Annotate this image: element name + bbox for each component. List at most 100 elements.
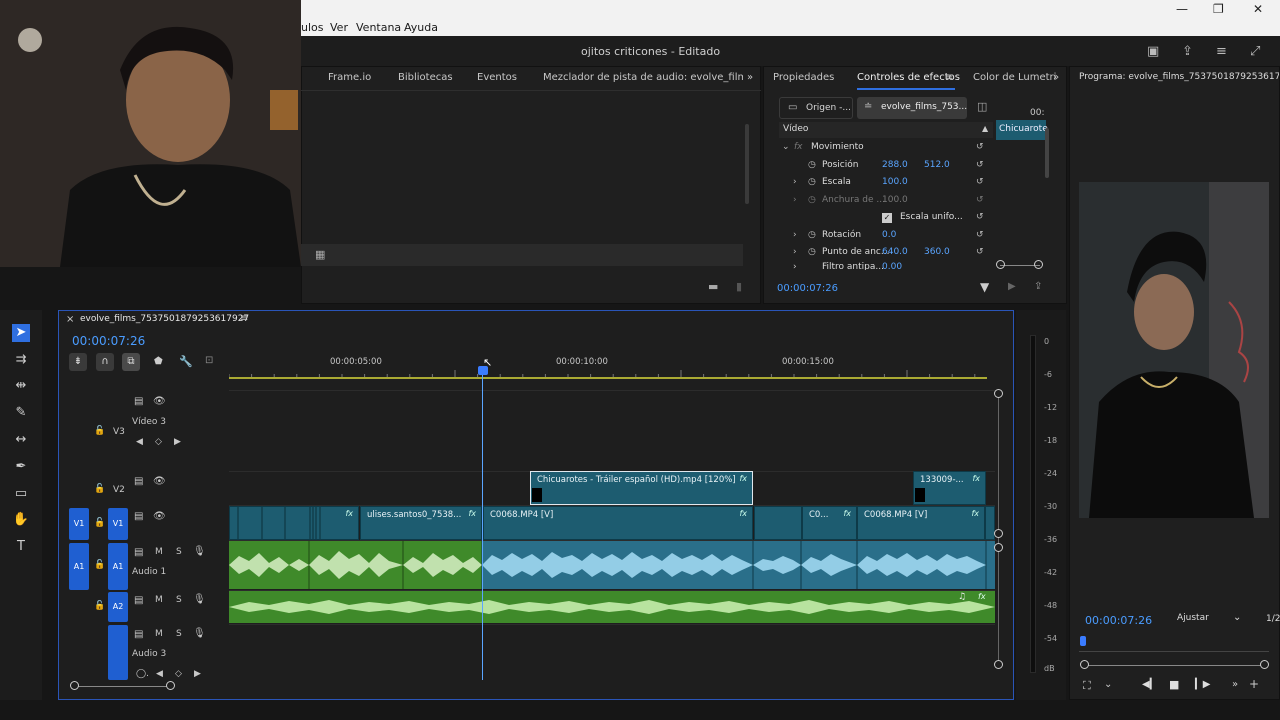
reset-icon[interactable]: ↺ bbox=[976, 142, 984, 152]
tab-bibliotecas[interactable]: Bibliotecas bbox=[398, 72, 453, 83]
panel-scrollbar[interactable] bbox=[745, 124, 749, 204]
type-tool-icon[interactable]: T bbox=[12, 538, 30, 556]
zoom-handle-right[interactable] bbox=[1260, 660, 1269, 669]
mute-button[interactable]: M bbox=[155, 595, 163, 605]
zoom-handle-left[interactable] bbox=[1080, 660, 1089, 669]
source-selector[interactable]: ▭ Origen -... bbox=[779, 97, 853, 119]
microphone-icon[interactable]: 🎙 bbox=[193, 628, 206, 639]
prop-value[interactable]: 0.00 bbox=[882, 262, 902, 270]
linked-selection-icon[interactable]: ⧉ bbox=[122, 353, 140, 371]
menu-item-ayuda[interactable]: Ayuda bbox=[404, 21, 438, 34]
horizontal-zoom-bar[interactable] bbox=[74, 686, 170, 687]
track-target-a2[interactable]: A2 bbox=[108, 592, 128, 622]
prop-value[interactable]: 0.0 bbox=[882, 230, 896, 240]
eye-icon[interactable]: 👁 bbox=[153, 396, 166, 407]
prop-value-x[interactable]: 288.0 bbox=[882, 160, 908, 170]
expand-chevron-icon[interactable]: › bbox=[793, 230, 797, 240]
chevron-down-icon[interactable]: ⌄ bbox=[1104, 679, 1112, 690]
more-controls-icon[interactable]: » bbox=[1232, 679, 1238, 690]
prop-value-y[interactable]: 360.0 bbox=[924, 247, 950, 257]
filter-icon[interactable]: ▼ bbox=[980, 280, 989, 294]
panel-menu-icon[interactable]: ≡ bbox=[945, 72, 953, 83]
lock-icon[interactable]: 🔓 bbox=[94, 426, 105, 436]
audio-track-a2[interactable] bbox=[229, 591, 995, 623]
eye-icon[interactable]: 👁 bbox=[153, 511, 166, 522]
prop-value-x[interactable]: 640.0 bbox=[882, 247, 908, 257]
program-playhead[interactable] bbox=[1080, 636, 1086, 646]
source-patch-a1[interactable]: A1 bbox=[69, 543, 89, 590]
checkbox-checked[interactable]: ✓ bbox=[882, 213, 892, 223]
insert-sequence-icon[interactable]: ⇟ bbox=[69, 353, 87, 371]
step-forward-icon[interactable]: ▎▶ bbox=[1195, 679, 1210, 690]
program-zoom-bar[interactable] bbox=[1085, 665, 1263, 666]
zoom-handle-right[interactable] bbox=[166, 681, 175, 690]
sync-lock-icon[interactable]: ▤ bbox=[134, 595, 143, 606]
audio-track-a1[interactable] bbox=[229, 541, 995, 589]
timeline-ruler[interactable] bbox=[229, 366, 995, 380]
volume-keyframe-icon[interactable]: ◯. bbox=[136, 669, 149, 679]
selection-tool-icon[interactable]: ➤ bbox=[12, 324, 30, 342]
zoom-handle-left[interactable] bbox=[996, 260, 1005, 269]
next-keyframe-icon[interactable]: ▶ bbox=[194, 669, 201, 679]
timeline-timecode[interactable]: 00:00:07:26 bbox=[72, 334, 145, 348]
trash-icon[interactable]: ▮ bbox=[736, 280, 742, 293]
reset-icon[interactable]: ↺ bbox=[976, 247, 984, 257]
collapse-icon[interactable]: ▲ bbox=[982, 124, 988, 133]
sync-lock-icon[interactable]: ▤ bbox=[134, 547, 143, 558]
wrench-icon[interactable]: 🔧 bbox=[179, 355, 193, 368]
lock-icon[interactable]: 🔓 bbox=[94, 601, 105, 611]
workspaces-icon[interactable]: ≡ bbox=[1216, 44, 1227, 59]
add-keyframe-icon[interactable]: ◇ bbox=[155, 437, 162, 447]
scroll-handle[interactable] bbox=[994, 660, 1003, 669]
tabs-overflow-icon[interactable]: » bbox=[1053, 72, 1059, 83]
panel-layout-icon[interactable]: ◫ bbox=[977, 100, 987, 113]
stopwatch-icon[interactable]: ◷ bbox=[808, 247, 816, 257]
mute-button[interactable]: M bbox=[155, 629, 163, 639]
razor-tool-icon[interactable]: ✎ bbox=[12, 404, 30, 422]
menu-item-ventana[interactable]: Ventana bbox=[356, 21, 401, 34]
solo-button[interactable]: S bbox=[176, 595, 182, 605]
eye-icon[interactable]: 👁 bbox=[153, 476, 166, 487]
snap-magnet-icon[interactable]: ∩ bbox=[96, 353, 114, 371]
pen-tool-icon[interactable]: ✒ bbox=[12, 458, 30, 476]
fullscreen-icon[interactable]: ⤢ bbox=[1250, 44, 1260, 59]
captions-icon[interactable]: ⊡ bbox=[205, 355, 213, 366]
lock-icon[interactable]: 🔓 bbox=[94, 484, 105, 494]
maximize-icon[interactable]: ❐ bbox=[1213, 2, 1224, 16]
next-keyframe-icon[interactable]: ▶ bbox=[174, 437, 181, 447]
clip-v1-small[interactable] bbox=[754, 506, 802, 540]
prop-value-y[interactable]: 512.0 bbox=[924, 160, 950, 170]
minimize-icon[interactable]: — bbox=[1176, 2, 1188, 16]
menu-item-titulos[interactable]: ulos bbox=[301, 21, 324, 34]
fit-dropdown[interactable]: Ajustar ⌄ bbox=[1171, 611, 1247, 627]
tab-lumetri[interactable]: Color de Lumetri bbox=[973, 72, 1056, 83]
reset-icon[interactable]: ↺ bbox=[976, 177, 984, 187]
tab-audio-mixer[interactable]: Mezclador de pista de audio: evolve_film… bbox=[543, 72, 743, 83]
microphone-icon[interactable]: 🎙 bbox=[193, 594, 206, 605]
fx-scrollbar[interactable] bbox=[1045, 128, 1049, 178]
add-marker-icon[interactable]: ⬟ bbox=[154, 356, 163, 367]
track-target-v1[interactable]: V1 bbox=[108, 508, 128, 540]
clip-v1-ulises[interactable]: ulises.santos0_7538... fx bbox=[360, 506, 482, 540]
stopwatch-icon[interactable]: ◷ bbox=[808, 160, 816, 170]
solo-button[interactable]: S bbox=[176, 547, 182, 557]
lock-icon[interactable]: 🔓 bbox=[94, 560, 105, 570]
export-icon[interactable]: ⇪ bbox=[1034, 281, 1042, 292]
play-audio-icon[interactable]: ▶ bbox=[1008, 281, 1016, 292]
prop-value[interactable]: 100.0 bbox=[882, 177, 908, 187]
add-button-icon[interactable]: + bbox=[1249, 677, 1259, 691]
reset-icon[interactable]: ↺ bbox=[976, 212, 984, 222]
tab-frameio[interactable]: Frame.io bbox=[328, 72, 371, 83]
track-target-a3[interactable] bbox=[108, 625, 128, 680]
quick-export-icon[interactable]: ▣ bbox=[1147, 44, 1159, 59]
safe-margins-icon[interactable]: ⛶ bbox=[1083, 679, 1091, 693]
track-label-v2[interactable]: V2 bbox=[113, 485, 125, 495]
add-keyframe-icon[interactable]: ◇ bbox=[175, 669, 182, 679]
solo-button[interactable]: S bbox=[176, 629, 182, 639]
expand-chevron-icon[interactable]: › bbox=[793, 195, 797, 205]
track-select-tool-icon[interactable]: ⇉ bbox=[12, 351, 30, 369]
ripple-edit-tool-icon[interactable]: ⇹ bbox=[12, 377, 30, 395]
bin-icon[interactable]: ▦ bbox=[315, 248, 325, 261]
mute-button[interactable]: M bbox=[155, 547, 163, 557]
tab-eventos[interactable]: Eventos bbox=[477, 72, 517, 83]
